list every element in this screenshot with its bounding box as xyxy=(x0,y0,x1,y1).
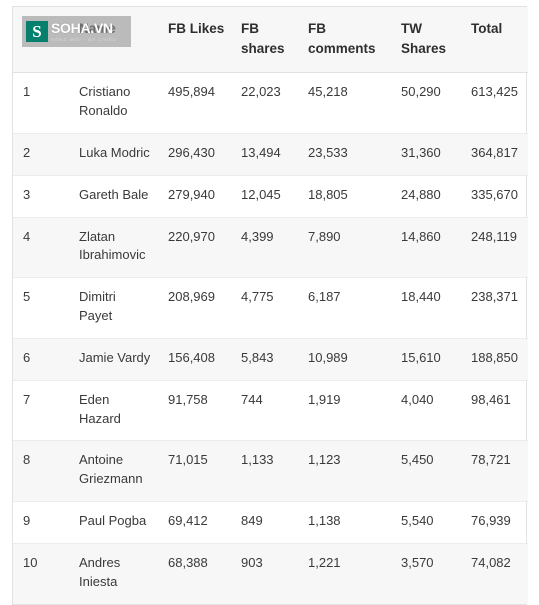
cell-fb-comments: 7,890 xyxy=(298,217,391,279)
cell-fb-comments: 18,805 xyxy=(298,175,391,218)
cell-fb-likes: 68,388 xyxy=(168,554,208,570)
cell-rank: 5 xyxy=(13,277,69,339)
cell-tw-shares: 4,040 xyxy=(391,380,461,442)
cell-total: 364,817 xyxy=(461,133,528,176)
cell-fb-likes: 69,412 xyxy=(158,501,231,544)
cell-name: Luka Modric xyxy=(69,133,158,176)
table-row: 2 Luka Modric 296,430 13,494 23,533 31,360 364… xyxy=(13,133,528,176)
cell-total: 78,721 xyxy=(461,440,528,503)
cell-name: Zlatan Ibrahimovic xyxy=(69,217,158,279)
cell-total: 76,939 xyxy=(461,501,528,544)
cell-tw-shares: 15,610 xyxy=(391,338,461,381)
cell-tw-shares: 5,540 xyxy=(391,501,461,544)
cell-total: 98,461 xyxy=(461,380,528,442)
table-header: Name FB Likes FB shares FB comments TW S… xyxy=(13,7,528,74)
cell-fb-comments: 1,919 xyxy=(298,380,391,442)
cell-rank: 1 xyxy=(13,72,69,134)
cell-name: Paul Pogba xyxy=(69,501,158,544)
table-row: 5 Dimitri Payet 208,969 4,775 6,187 18,440 238… xyxy=(13,277,528,339)
cell-tw-shares: 31,360 xyxy=(391,133,461,176)
cell-fb-likes: 71,015 xyxy=(158,440,231,503)
table-row: 1 Cristiano Ronaldo 495,894 22,023 45,218 50,… xyxy=(13,72,528,134)
cell-fb-likes: 279,940 xyxy=(158,175,231,218)
cell-rank: 6 xyxy=(13,338,69,381)
column-header-fb-likes: FB Likes xyxy=(158,7,231,74)
cell-tw-shares: 24,880 xyxy=(391,175,461,218)
cell-fb-likes: 208,969 xyxy=(158,277,231,339)
cell-fb-shares: 4,775 xyxy=(231,277,298,339)
cell-fb-comments: 23,533 xyxy=(298,133,391,176)
cell-name: Gareth Bale xyxy=(69,175,158,218)
cell-name: Cristiano Ronaldo xyxy=(69,72,158,134)
cell-fb-shares: 744 xyxy=(231,380,298,442)
table-body: 1 Cristiano Ronaldo 495,894 22,023 45,218 50,… xyxy=(13,72,528,604)
column-header-rank xyxy=(13,7,69,74)
table-row: 8 Antoine Griezmann 71,015 1,133 1,123 5,450 7… xyxy=(13,440,528,503)
cell-rank: 9 xyxy=(13,501,69,544)
table-row: 4 Zlatan Ibrahimovic 220,970 4,399 7,890 14,8… xyxy=(13,217,528,279)
cell-tw-shares: 14,860 xyxy=(391,217,461,279)
cell-rank: 7 xyxy=(13,380,69,442)
cell-rank: 4 xyxy=(13,217,69,279)
cell-fb-shares: 5,843 xyxy=(231,338,298,381)
cell-name: Eden Hazard xyxy=(69,380,158,442)
cell-fb-likes: 296,430 xyxy=(158,133,231,176)
cell-fb-shares: 849 xyxy=(231,501,298,544)
cell-rank: 10 xyxy=(23,554,38,570)
table-row: 10 Andres Iniesta 68,388 903 1,221 3,570 74,08… xyxy=(13,543,528,604)
cell-total: 188,850 xyxy=(461,338,528,381)
cell-fb-likes: 91,758 xyxy=(158,380,231,442)
social-stats-table: Name FB Likes FB shares FB comments TW S… xyxy=(13,7,528,604)
cell-fb-comments: 10,989 xyxy=(298,338,391,381)
cell-name: Antoine Griezmann xyxy=(69,440,158,503)
cell-tw-shares: 50,290 xyxy=(391,72,461,134)
cell-fb-shares: 22,023 xyxy=(231,72,298,134)
column-header-fb-comments: FB comments xyxy=(298,7,391,74)
cell-fb-likes: 156,408 xyxy=(158,338,231,381)
cell-fb-comments: 1,123 xyxy=(298,440,391,503)
cell-total: 74,082 xyxy=(471,554,511,570)
column-header-total: Total xyxy=(461,7,528,74)
cell-fb-shares: 13,494 xyxy=(231,133,298,176)
cell-fb-comments: 1,221 xyxy=(308,554,341,570)
cell-total: 238,371 xyxy=(461,277,528,339)
cell-total: 335,670 xyxy=(461,175,528,218)
cell-fb-shares: 4,399 xyxy=(231,217,298,279)
cell-fb-likes: 220,970 xyxy=(158,217,231,279)
cell-fb-likes: 495,894 xyxy=(158,72,231,134)
cell-fb-comments: 45,218 xyxy=(298,72,391,134)
cell-fb-comments: 1,138 xyxy=(298,501,391,544)
cell-tw-shares: 18,440 xyxy=(391,277,461,339)
cell-total: 248,119 xyxy=(461,217,528,279)
table-row: 7 Eden Hazard 91,758 744 1,919 4,040 98,461 xyxy=(13,380,528,442)
cell-total: 613,425 xyxy=(461,72,528,134)
cell-rank: 8 xyxy=(13,440,69,503)
table-row: 6 Jamie Vardy 156,408 5,843 10,989 15,610 188,… xyxy=(13,338,528,381)
cell-rank: 3 xyxy=(13,175,69,218)
cell-name: Andres Iniesta xyxy=(79,554,121,589)
column-header-name: Name xyxy=(69,7,158,74)
cell-fb-shares: 1,133 xyxy=(231,440,298,503)
cell-fb-shares: 12,045 xyxy=(231,175,298,218)
column-header-tw-shares: TW Shares xyxy=(391,7,461,74)
cell-name: Dimitri Payet xyxy=(69,277,158,339)
cell-name: Jamie Vardy xyxy=(69,338,158,381)
column-header-fb-shares: FB shares xyxy=(231,7,298,74)
cell-tw-shares: 5,450 xyxy=(391,440,461,503)
table-header-row: Name FB Likes FB shares FB comments TW S… xyxy=(13,7,528,74)
cell-fb-comments: 6,187 xyxy=(298,277,391,339)
cell-fb-shares: 903 xyxy=(241,554,263,570)
cell-rank: 2 xyxy=(13,133,69,176)
table-row: 3 Gareth Bale 279,940 12,045 18,805 24,880 335… xyxy=(13,175,528,218)
social-stats-panel: Name FB Likes FB shares FB comments TW S… xyxy=(12,6,528,605)
cell-tw-shares: 3,570 xyxy=(401,554,434,570)
table-row: 9 Paul Pogba 69,412 849 1,138 5,540 76,939 xyxy=(13,501,528,544)
